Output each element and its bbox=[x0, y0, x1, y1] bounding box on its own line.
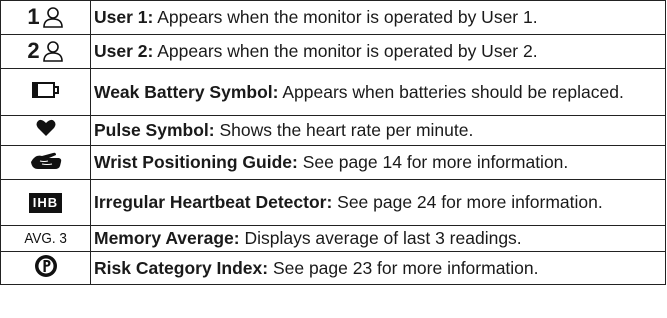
heart-icon bbox=[36, 119, 56, 137]
description-cell: Irregular Heartbeat Detector: See page 2… bbox=[90, 179, 666, 226]
risk-category-icon bbox=[34, 254, 58, 278]
symbol-table: 1 User 1: Appears when the monitor is op… bbox=[0, 0, 666, 285]
table-row: Wrist Positioning Guide: See page 14 for… bbox=[0, 145, 666, 180]
symbol-cell bbox=[0, 68, 91, 116]
description-cell: User 2: Appears when the monitor is oper… bbox=[90, 34, 666, 69]
row-text: See page 24 for more information. bbox=[332, 192, 603, 212]
symbol-cell: 2 bbox=[0, 34, 91, 69]
row-text: Shows the heart rate per minute. bbox=[214, 120, 474, 140]
user-2-icon: 2 bbox=[27, 40, 63, 62]
row-title: Wrist Positioning Guide: bbox=[94, 152, 298, 172]
row-title: User 1: bbox=[94, 7, 154, 27]
symbol-cell: 1 bbox=[0, 0, 91, 35]
user-1-icon: 1 bbox=[27, 6, 63, 28]
ihb-icon: IHB bbox=[28, 192, 63, 213]
weak-battery-icon bbox=[31, 81, 60, 98]
symbol-cell bbox=[0, 145, 91, 180]
wrist-positioning-icon bbox=[29, 149, 63, 171]
row-text: See page 14 for more information. bbox=[297, 152, 569, 172]
row-text: Appears when the monitor is operated by … bbox=[153, 7, 538, 27]
symbol-cell: AVG. 3 bbox=[0, 225, 91, 252]
table-row: 2 User 2: Appears when the monitor is op… bbox=[0, 34, 666, 69]
table-row: Weak Battery Symbol: Appears when batter… bbox=[0, 68, 666, 116]
row-text: See page 23 for more information. bbox=[268, 257, 539, 278]
row-title: Risk Category Index: bbox=[94, 257, 269, 278]
description-cell: User 1: Appears when the monitor is oper… bbox=[90, 0, 666, 35]
description-cell: Memory Average: Displays average of last… bbox=[90, 225, 666, 252]
description-cell: Weak Battery Symbol: Appears when batter… bbox=[90, 68, 666, 116]
symbol-cell: IHB bbox=[0, 179, 91, 226]
row-title: Weak Battery Symbol: bbox=[94, 81, 279, 102]
row-text: Displays average of last 3 readings. bbox=[239, 228, 522, 248]
row-title: Irregular Heartbeat Detector: bbox=[94, 192, 333, 212]
table-row: Risk Category Index: See page 23 for mor… bbox=[0, 251, 666, 285]
description-cell: Wrist Positioning Guide: See page 14 for… bbox=[90, 145, 666, 180]
row-text: Appears when batteries should be replace… bbox=[278, 81, 624, 102]
table-row: 1 User 1: Appears when the monitor is op… bbox=[0, 0, 666, 35]
user-number-2: 2 bbox=[27, 38, 40, 63]
row-text: Appears when the monitor is operated by … bbox=[153, 41, 538, 61]
table-row: AVG. 3 Memory Average: Displays average … bbox=[0, 225, 666, 252]
user-number-1: 1 bbox=[27, 4, 40, 29]
symbol-cell bbox=[0, 115, 91, 146]
table-row: Pulse Symbol: Shows the heart rate per m… bbox=[0, 115, 666, 146]
description-cell: Risk Category Index: See page 23 for mor… bbox=[90, 251, 666, 285]
row-title: Memory Average: bbox=[94, 228, 240, 248]
row-title: User 2: bbox=[94, 41, 154, 61]
description-cell: Pulse Symbol: Shows the heart rate per m… bbox=[90, 115, 666, 146]
memory-average-icon: AVG. 3 bbox=[24, 229, 67, 247]
row-title: Pulse Symbol: bbox=[94, 120, 215, 140]
table-row: IHB Irregular Heartbeat Detector: See pa… bbox=[0, 179, 666, 226]
symbol-cell bbox=[0, 251, 91, 285]
